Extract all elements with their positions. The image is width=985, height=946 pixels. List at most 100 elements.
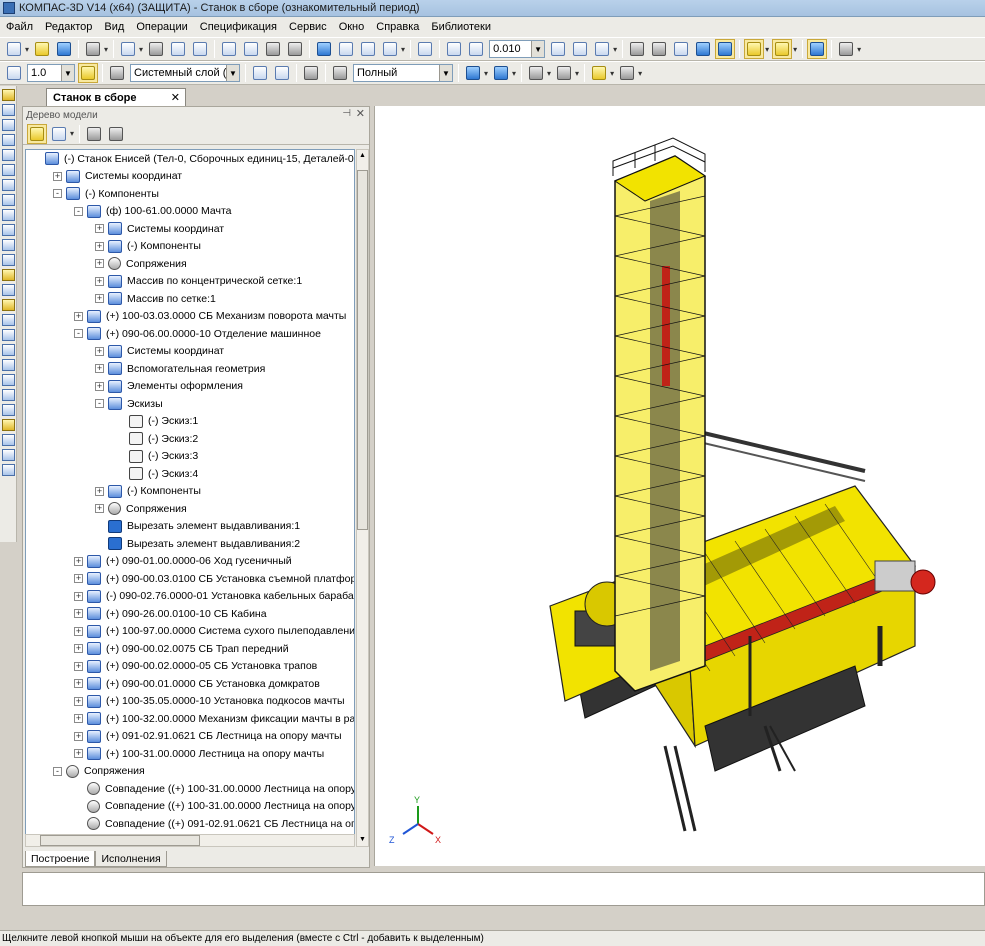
chamfer-icon[interactable] (2, 404, 15, 416)
menu-specification[interactable]: Спецификация (194, 21, 283, 33)
tree-item[interactable]: + Вспомогательная геометрия (26, 360, 354, 378)
preview-icon[interactable] (118, 39, 138, 59)
filter-icon[interactable] (744, 39, 765, 59)
chevron-down-icon[interactable]: ▼ (226, 65, 239, 81)
expand-icon[interactable]: + (74, 591, 83, 601)
menu-help[interactable]: Справка (370, 21, 425, 33)
expand-icon[interactable]: + (95, 276, 104, 286)
tree-item[interactable]: + (+) 100-32.00.0000 Механизм фиксации ма… (26, 710, 354, 728)
document-tab[interactable]: Станок в сборе ✕ (46, 88, 186, 106)
tree-item[interactable]: - (ф) 100-61.00.0000 Мачта (26, 203, 354, 221)
tree-item[interactable]: + (+) 090-00.02.0075 СБ Трап передний (26, 640, 354, 658)
libraries-icon[interactable] (336, 39, 356, 59)
tree-item[interactable]: + (+) 100-97.00.0000 Система сухого пылеп… (26, 623, 354, 641)
variables-icon[interactable] (358, 39, 378, 59)
chevron-down-icon[interactable]: ▼ (439, 65, 452, 81)
tree-sort-icon[interactable] (49, 124, 69, 144)
scroll-up-icon[interactable]: ▲ (357, 150, 368, 162)
zoom-combo[interactable]: 0.010 ▼ (489, 40, 546, 58)
display-mode-combo[interactable]: Полный ▼ (353, 64, 453, 82)
expand-icon[interactable]: + (74, 311, 83, 321)
tree-item[interactable]: + Сопряжения (26, 255, 354, 273)
tree-item[interactable]: + (+) 091-02.91.0621 СБ Лестница на опору… (26, 728, 354, 746)
tree-item[interactable]: - Сопряжения (26, 763, 354, 781)
revolve-icon[interactable] (2, 344, 15, 356)
save-icon[interactable] (54, 39, 74, 59)
surface-icon[interactable] (2, 194, 15, 206)
expand-icon[interactable]: + (74, 696, 83, 706)
tree-item[interactable]: + (+) 100-03.03.0000 СБ Механизм поворота… (26, 308, 354, 326)
expand-icon[interactable]: + (95, 381, 104, 391)
hole-icon[interactable] (2, 419, 15, 431)
tab-versions[interactable]: Исполнения (95, 851, 167, 867)
open-file-icon[interactable] (32, 39, 52, 59)
aux-axis-icon[interactable] (2, 134, 15, 146)
3d-viewport[interactable]: Y X Z (374, 106, 985, 866)
wireframe-icon[interactable] (627, 39, 647, 59)
help-icon[interactable] (380, 39, 400, 59)
tree-item[interactable]: + Системы координат (26, 168, 354, 186)
undo-icon[interactable] (263, 39, 283, 59)
tree-item[interactable]: + (-) Компоненты (26, 483, 354, 501)
tree-item[interactable]: + (+) 090-01.00.0000-06 Ход гусеничный (26, 553, 354, 571)
section-icon[interactable] (2, 434, 15, 446)
tree-item[interactable]: + Системы координат (26, 220, 354, 238)
cut-icon[interactable] (146, 39, 166, 59)
check-icon[interactable] (2, 314, 15, 326)
collapse-icon[interactable]: - (53, 189, 62, 199)
expand-icon[interactable]: + (74, 626, 83, 636)
tree-item[interactable]: Вырезать элемент выдавливания:1 (26, 518, 354, 536)
model-tree[interactable]: (-) Станок Енисей (Тел-0, Сборочных един… (25, 149, 355, 847)
expand-icon[interactable]: + (53, 171, 62, 181)
edit-part-icon[interactable] (2, 89, 15, 101)
menu-operations[interactable]: Операции (130, 21, 193, 33)
measure-icon[interactable] (836, 39, 856, 59)
expand-icon[interactable]: + (95, 294, 104, 304)
expand-icon[interactable]: + (95, 241, 104, 251)
menu-file[interactable]: Файл (0, 21, 39, 33)
mate-tool-icon[interactable] (2, 164, 15, 176)
expand-icon[interactable]: + (74, 609, 83, 619)
shaded-edges-icon[interactable] (715, 39, 736, 59)
tree-item[interactable]: + (+) 090-00.02.0000-05 СБ Установка трап… (26, 658, 354, 676)
tree-item[interactable]: (-) Эскиз:2 (26, 430, 354, 448)
shaded-icon[interactable] (693, 39, 713, 59)
expand-icon[interactable]: + (74, 679, 83, 689)
layer-icon[interactable] (107, 63, 127, 83)
properties-icon[interactable] (219, 39, 239, 59)
mcs-icon[interactable] (526, 63, 546, 83)
tree-item[interactable]: (-) Станок Енисей (Тел-0, Сборочных един… (26, 150, 354, 168)
tree-copy-icon[interactable] (106, 124, 126, 144)
grid-icon[interactable] (4, 63, 24, 83)
zoom-in-icon[interactable] (466, 39, 486, 59)
appearance-icon[interactable] (491, 63, 511, 83)
collapse-icon[interactable]: - (53, 766, 62, 776)
expand-icon[interactable]: + (74, 574, 83, 584)
text-style-icon[interactable] (617, 63, 637, 83)
scale-combo[interactable]: 1.0 ▼ (27, 64, 75, 82)
add-component-icon[interactable] (2, 104, 15, 116)
extrude-icon[interactable] (2, 329, 15, 341)
weld-icon[interactable] (2, 284, 15, 296)
grid-array-tool-icon[interactable] (2, 149, 15, 161)
cursor-icon[interactable] (301, 63, 321, 83)
tree-item[interactable]: (-) Эскиз:1 (26, 413, 354, 431)
print-icon[interactable] (83, 39, 103, 59)
tree-item[interactable]: Вырезать элемент выдавливания:2 (26, 535, 354, 553)
tree-item[interactable]: + Массив по концентрической сетке:1 (26, 273, 354, 291)
tree-item[interactable]: (-) Эскиз:4 (26, 465, 354, 483)
expand-icon[interactable]: + (74, 661, 83, 671)
menu-window[interactable]: Окно (333, 21, 371, 33)
attribute-icon[interactable] (589, 63, 609, 83)
copy-icon[interactable] (168, 39, 188, 59)
hidden-lines-icon[interactable] (649, 39, 669, 59)
manager-icon[interactable] (241, 39, 261, 59)
paste-icon[interactable] (190, 39, 210, 59)
array-icon[interactable] (2, 464, 15, 476)
tree-item[interactable]: + (+) 090-00.01.0000 СБ Установка домкрат… (26, 675, 354, 693)
model-tree-icon[interactable] (314, 39, 334, 59)
light-icon[interactable] (554, 63, 574, 83)
color-icon[interactable] (463, 63, 483, 83)
tree-item[interactable]: Совпадение ((+) 100-31.00.0000 Лестница … (26, 780, 354, 798)
collapse-icon[interactable]: - (74, 329, 83, 339)
